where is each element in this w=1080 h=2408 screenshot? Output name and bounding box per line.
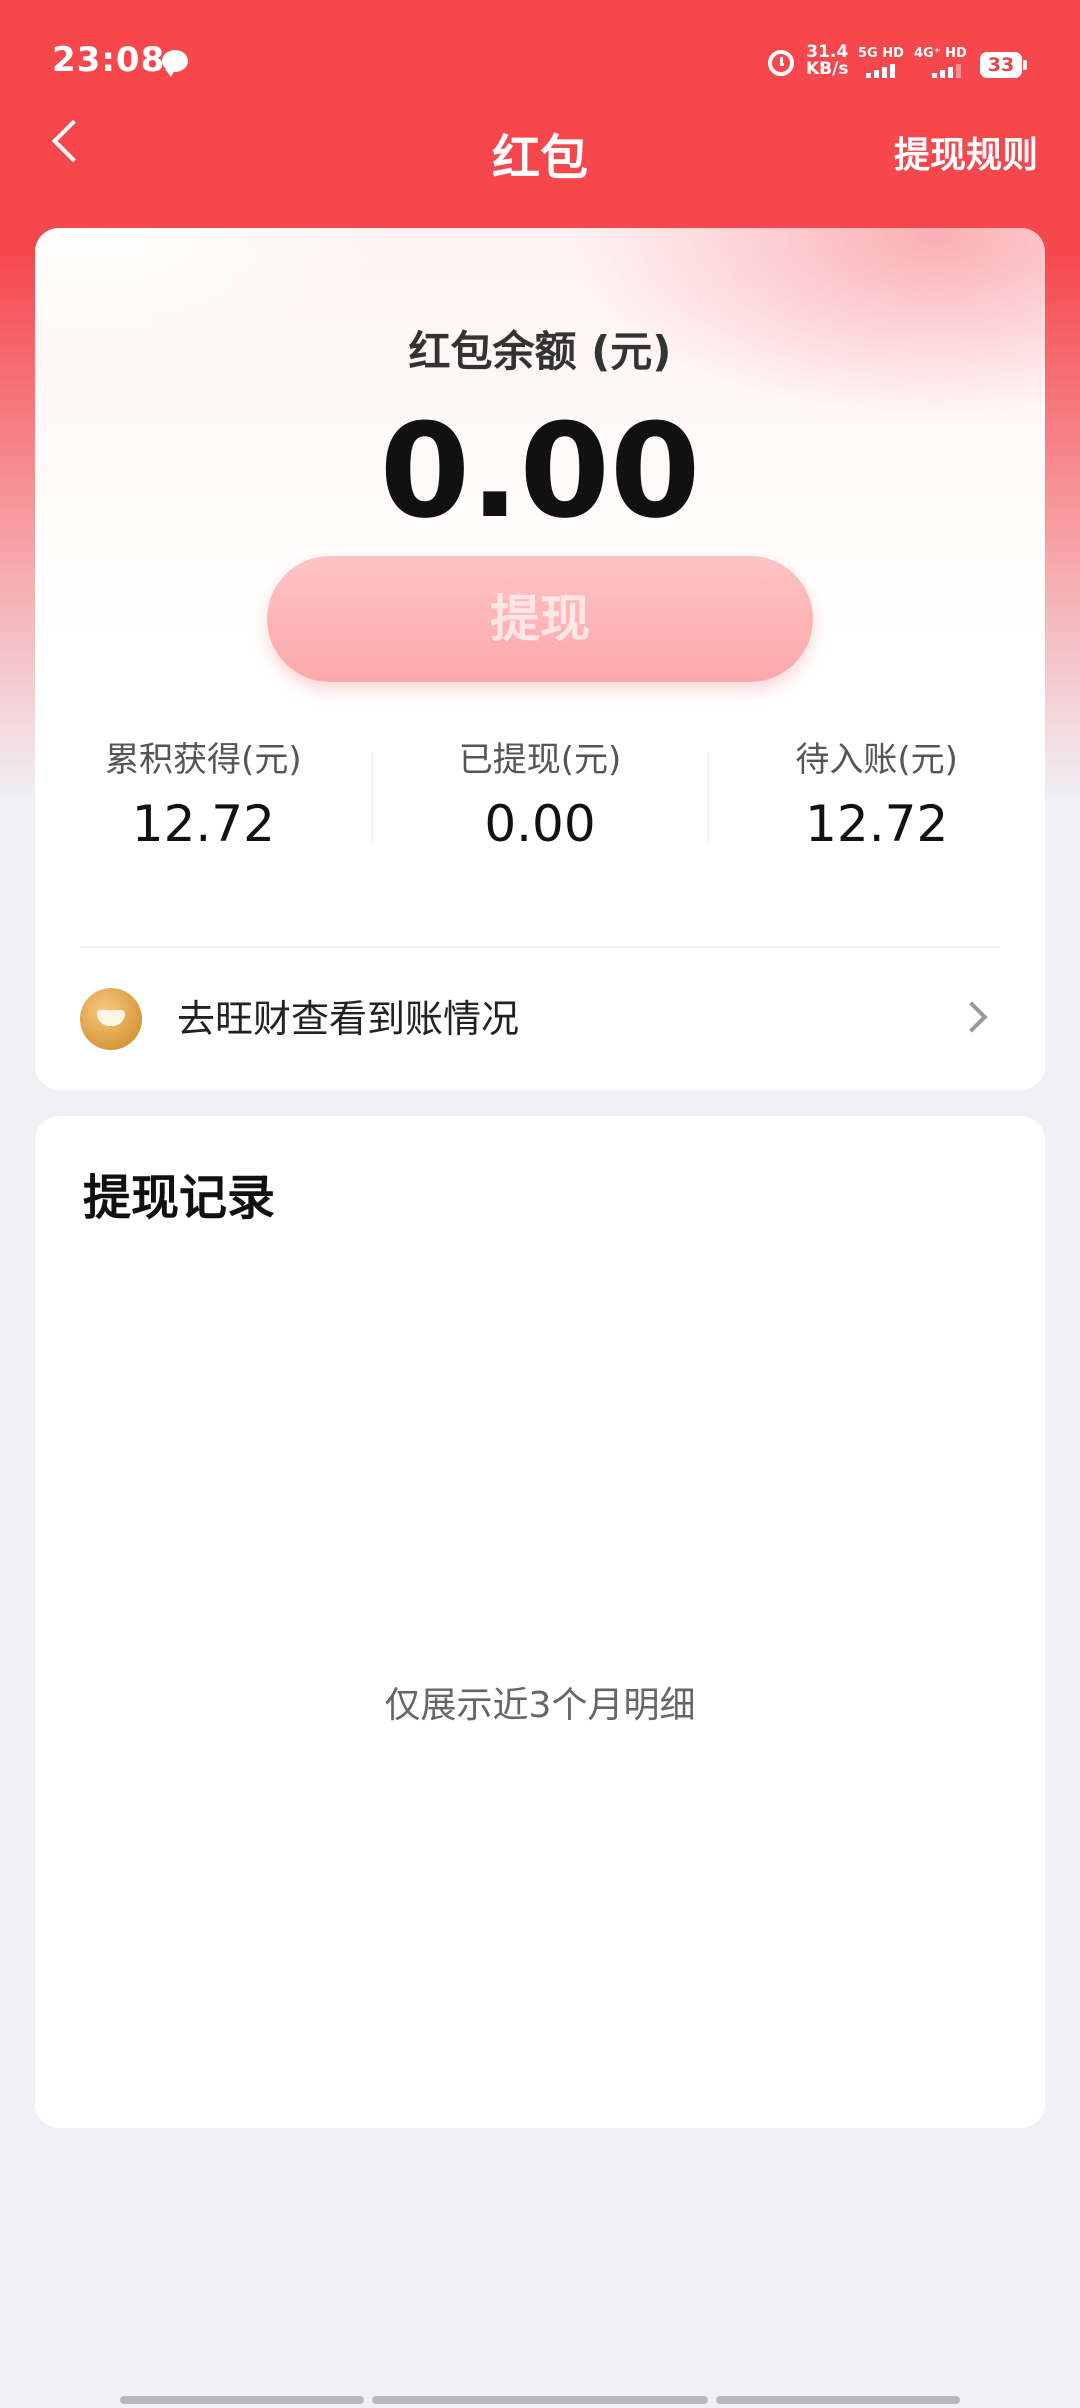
wangcai-link-label: 去旺财查看到账情况: [177, 997, 520, 1041]
sim2-label: 4G⁺ HD: [914, 46, 967, 61]
stat-total-earned: 累积获得(元) 12.72: [35, 738, 372, 858]
stat-value: 0.00: [484, 795, 596, 853]
sim1-label: 5G HD: [858, 46, 904, 61]
home-indicator-segment: [372, 2396, 708, 2404]
net-speed: 31.4 KB/s: [806, 44, 848, 78]
balance-card: 红包余额 (元) 0.00 提现 累积获得(元) 12.72 已提现(元) 0.…: [35, 228, 1045, 1090]
records-title: 提现记录: [83, 1170, 276, 1226]
home-indicator-segment: [716, 2396, 960, 2404]
status-bar: 23:08 31.4 KB/s 5G HD 4G⁺ HD 33: [0, 0, 1080, 126]
stat-value: 12.72: [805, 795, 949, 853]
stat-label: 累积获得(元): [105, 740, 302, 780]
stat-withdrawn: 已提现(元) 0.00: [371, 738, 709, 858]
net-speed-unit: KB/s: [806, 59, 849, 79]
balance-value: 0.00: [379, 395, 701, 547]
divider: [80, 946, 1000, 948]
home-indicator-segment: [120, 2396, 364, 2404]
wangcai-coin-icon: [80, 988, 142, 1050]
page: 23:08 31.4 KB/s 5G HD 4G⁺ HD 33 红包 提现规则 …: [0, 0, 1080, 2408]
records-empty-hint: 仅展示近3个月明细: [384, 1685, 696, 1726]
chat-bubble-icon: [162, 50, 188, 77]
withdraw-records-card: 提现记录 仅展示近3个月明细: [35, 1116, 1045, 2128]
stat-value: 12.72: [131, 795, 275, 853]
wangcai-link-row[interactable]: 去旺财查看到账情况: [35, 968, 1045, 1078]
chevron-right-icon: [956, 1001, 988, 1033]
balance-label: 红包余额 (元): [408, 327, 672, 376]
withdraw-rules-link[interactable]: 提现规则: [894, 126, 1038, 178]
sim1-signal-icon: [866, 64, 895, 78]
battery-icon: 33: [980, 52, 1027, 78]
alarm-icon: [768, 50, 794, 76]
stats-row: 累积获得(元) 12.72 已提现(元) 0.00 待入账(元) 12.72: [35, 738, 1045, 858]
status-time: 23:08: [52, 40, 166, 80]
stat-label: 待入账(元): [795, 740, 958, 780]
sim2-signal-icon: [932, 64, 961, 78]
stat-label: 已提现(元): [458, 740, 622, 780]
stat-pending: 待入账(元) 12.72: [708, 738, 1045, 858]
withdraw-button[interactable]: 提现: [267, 556, 813, 682]
